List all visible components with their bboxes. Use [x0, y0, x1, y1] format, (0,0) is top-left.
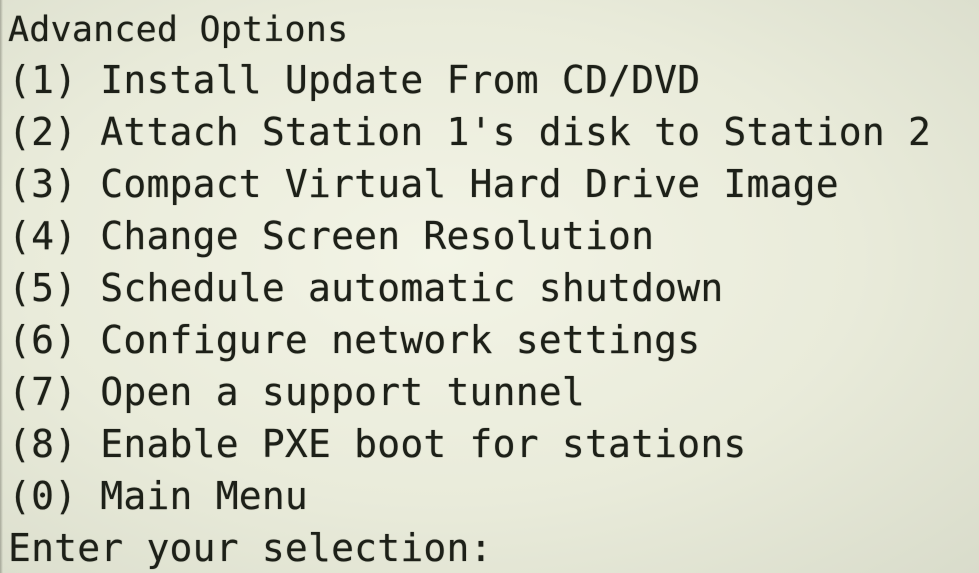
menu-option-schedule-shutdown[interactable]: (5) Schedule automatic shutdown: [8, 262, 979, 314]
selection-prompt-row[interactable]: Enter your selection:: [8, 522, 979, 573]
menu-option-compact-vhd[interactable]: (3) Compact Virtual Hard Drive Image: [8, 158, 979, 210]
input-cursor[interactable]: [507, 530, 509, 566]
screen-edge-shadow: [0, 0, 3, 573]
menu-option-main-menu[interactable]: (0) Main Menu: [8, 470, 979, 522]
console-screen: Advanced Options (1) Install Update From…: [0, 0, 979, 573]
menu-option-attach-disk[interactable]: (2) Attach Station 1's disk to Station 2: [8, 106, 979, 158]
menu-option-network-settings[interactable]: (6) Configure network settings: [8, 314, 979, 366]
menu-option-install-update[interactable]: (1) Install Update From CD/DVD: [8, 54, 979, 106]
menu-option-pxe-boot[interactable]: (8) Enable PXE boot for stations: [8, 418, 979, 470]
selection-prompt: Enter your selection:: [8, 526, 493, 570]
menu-option-support-tunnel[interactable]: (7) Open a support tunnel: [8, 366, 979, 418]
menu-option-change-resolution[interactable]: (4) Change Screen Resolution: [8, 210, 979, 262]
menu-title: Advanced Options: [8, 10, 349, 50]
